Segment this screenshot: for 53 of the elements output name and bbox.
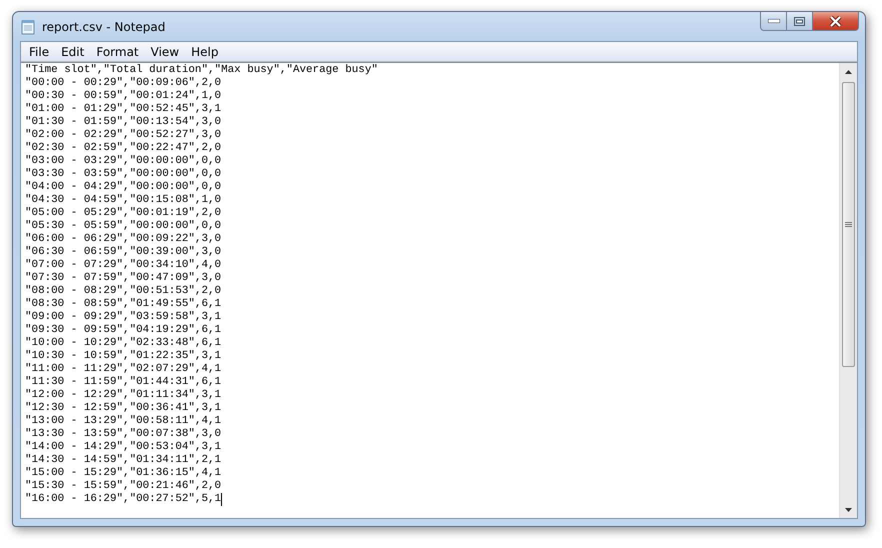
text-line: "14:30 - 14:59","01:34:11",2,1	[25, 454, 222, 467]
text-line: "11:30 - 11:59","01:44:31",6,1	[25, 376, 222, 389]
text-line: "09:00 - 09:29","03:59:58",3,1	[25, 311, 222, 324]
text-line: "04:30 - 04:59","00:15:08",1,0	[25, 194, 222, 207]
text-line: "06:00 - 06:29","00:09:22",3,0	[25, 233, 222, 246]
text-line: "07:00 - 07:29","00:34:10",4,0	[25, 259, 222, 272]
text-line: "08:30 - 08:59","01:49:55",6,1	[25, 298, 222, 311]
scroll-thumb[interactable]	[842, 82, 855, 367]
text-line: "02:30 - 02:59","00:22:47",2,0	[25, 142, 222, 155]
text-line: "12:00 - 12:29","01:11:34",3,1	[25, 389, 222, 402]
maximize-button[interactable]	[787, 12, 813, 31]
text-line: "05:30 - 05:59","00:00:00",0,0	[25, 220, 222, 233]
text-line: "04:00 - 04:29","00:00:00",0,0	[25, 181, 222, 194]
text-line: "03:30 - 03:59","00:00:00",0,0	[25, 168, 222, 181]
minimize-icon	[768, 19, 780, 23]
text-line: "00:00 - 00:29","00:09:06",2,0	[25, 77, 222, 90]
menu-item[interactable]: File	[23, 42, 56, 61]
scroll-up-icon[interactable]	[845, 70, 852, 74]
text-line: "16:00 - 16:29","00:27:52",5,1	[25, 493, 222, 506]
text-line: "01:00 - 01:29","00:52:45",3,1	[25, 103, 222, 116]
text-line: "13:30 - 13:59","00:07:38",3,0	[25, 428, 222, 441]
text-line: "10:00 - 10:29","02:33:48",6,1	[25, 337, 222, 350]
text-line: "06:30 - 06:59","00:39:00",3,0	[25, 246, 222, 259]
text-line: "13:00 - 13:29","00:58:11",4,1	[25, 415, 222, 428]
scroll-down-icon[interactable]	[845, 508, 852, 512]
text-line: "11:00 - 11:29","02:07:29",4,1	[25, 363, 222, 376]
text-line: "15:30 - 15:59","00:21:46",2,0	[25, 480, 222, 493]
text-line: "08:00 - 08:29","00:51:53",2,0	[25, 285, 222, 298]
text-line: "01:30 - 01:59","00:13:54",3,0	[25, 116, 222, 129]
grip-icon	[845, 221, 852, 228]
maximize-icon	[794, 16, 805, 26]
text-line: "15:00 - 15:29","01:36:15",4,1	[25, 467, 222, 480]
text-line: "10:30 - 10:59","01:22:35",3,1	[25, 350, 222, 363]
close-button[interactable]	[813, 12, 859, 31]
menu-item[interactable]: Format	[90, 42, 145, 61]
window-title: report.csv - Notepad	[42, 20, 166, 34]
text-line: "05:00 - 05:29","00:01:19",2,0	[25, 207, 222, 220]
vertical-scrollbar[interactable]	[839, 63, 857, 518]
text-line: "07:30 - 07:59","00:47:09",3,0	[25, 272, 222, 285]
text-cursor	[221, 493, 222, 506]
text-line: "14:00 - 14:29","00:53:04",3,1	[25, 441, 222, 454]
menu-item[interactable]: View	[144, 42, 186, 61]
text-line: "02:00 - 02:29","00:52:27",3,0	[25, 129, 222, 142]
text-line: "Time slot","Total duration","Max busy","Average busy"	[25, 64, 378, 77]
minimize-button[interactable]	[760, 12, 787, 31]
close-icon	[829, 16, 842, 26]
menu-item[interactable]: Edit	[55, 42, 90, 61]
text-line: "09:30 - 09:59","04:19:29",6,1	[25, 324, 222, 337]
menu-item[interactable]: Help	[185, 42, 224, 61]
text-line: "03:00 - 03:29","00:00:00",0,0	[25, 155, 222, 168]
text-line: "12:30 - 12:59","00:36:41",3,1	[25, 402, 222, 415]
notepad-icon	[20, 19, 36, 35]
text-line: "00:30 - 00:59","00:01:24",1,0	[25, 90, 222, 103]
